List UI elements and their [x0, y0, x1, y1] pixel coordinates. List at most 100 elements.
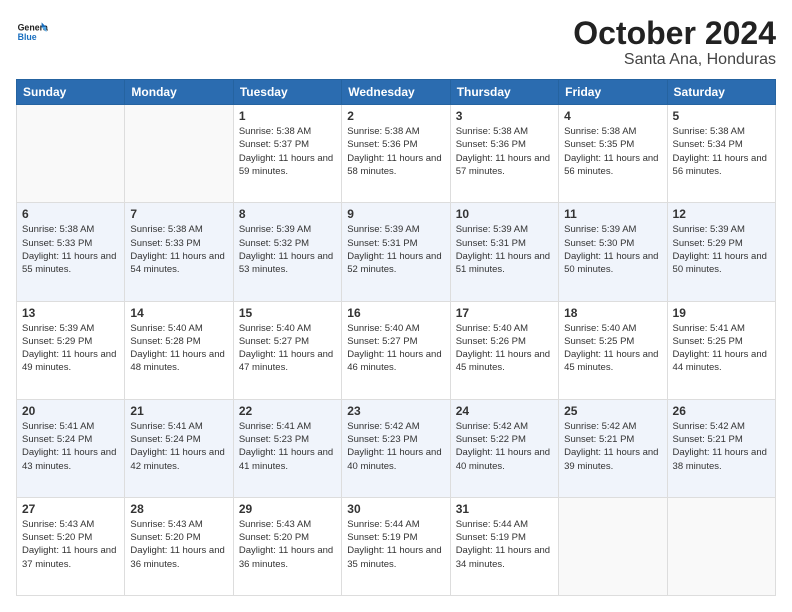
day-info: Sunrise: 5:42 AM Sunset: 5:22 PM Dayligh…: [456, 420, 553, 473]
day-number: 6: [22, 207, 119, 221]
day-info: Sunrise: 5:39 AM Sunset: 5:30 PM Dayligh…: [564, 223, 661, 276]
header-saturday: Saturday: [667, 80, 775, 105]
header: General Blue October 2024 Santa Ana, Hon…: [16, 16, 776, 69]
header-monday: Monday: [125, 80, 233, 105]
day-info: Sunrise: 5:40 AM Sunset: 5:26 PM Dayligh…: [456, 322, 553, 375]
week-row-3: 13 Sunrise: 5:39 AM Sunset: 5:29 PM Dayli…: [17, 301, 776, 399]
day-cell: [125, 105, 233, 203]
calendar-table: Sunday Monday Tuesday Wednesday Thursday…: [16, 79, 776, 596]
day-info: Sunrise: 5:43 AM Sunset: 5:20 PM Dayligh…: [130, 518, 227, 571]
day-number: 21: [130, 404, 227, 418]
day-cell: 8Sunrise: 5:39 AM Sunset: 5:32 PM Daylig…: [233, 203, 341, 301]
day-number: 9: [347, 207, 444, 221]
day-number: 1: [239, 109, 336, 123]
day-info: Sunrise: 5:38 AM Sunset: 5:33 PM Dayligh…: [22, 223, 119, 276]
calendar-title: October 2024: [573, 16, 776, 51]
day-cell: 2Sunrise: 5:38 AM Sunset: 5:36 PM Daylig…: [342, 105, 450, 203]
day-info: Sunrise: 5:39 AM Sunset: 5:31 PM Dayligh…: [456, 223, 553, 276]
day-number: 14: [130, 306, 227, 320]
day-info: Sunrise: 5:42 AM Sunset: 5:23 PM Dayligh…: [347, 420, 444, 473]
calendar-subtitle: Santa Ana, Honduras: [573, 51, 776, 69]
day-cell: 23 Sunrise: 5:42 AM Sunset: 5:23 PM Dayli…: [342, 399, 450, 497]
day-cell: 12 Sunrise: 5:39 AM Sunset: 5:29 PM Dayli…: [667, 203, 775, 301]
day-number: 11: [564, 207, 661, 221]
day-number: 31: [456, 502, 553, 516]
day-number: 18: [564, 306, 661, 320]
week-row-5: 27 Sunrise: 5:43 AM Sunset: 5:20 PM Dayli…: [17, 497, 776, 595]
day-info: Sunrise: 5:43 AM Sunset: 5:20 PM Dayligh…: [239, 518, 336, 571]
day-cell: 11 Sunrise: 5:39 AM Sunset: 5:30 PM Dayli…: [559, 203, 667, 301]
day-number: 5: [673, 109, 770, 123]
day-cell: 10 Sunrise: 5:39 AM Sunset: 5:31 PM Dayli…: [450, 203, 558, 301]
day-info: Sunrise: 5:38 AM Sunset: 5:36 PM Dayligh…: [456, 125, 553, 178]
header-wednesday: Wednesday: [342, 80, 450, 105]
day-cell: 7Sunrise: 5:38 AM Sunset: 5:33 PM Daylig…: [125, 203, 233, 301]
day-number: 23: [347, 404, 444, 418]
day-info: Sunrise: 5:38 AM Sunset: 5:34 PM Dayligh…: [673, 125, 770, 178]
day-info: Sunrise: 5:42 AM Sunset: 5:21 PM Dayligh…: [673, 420, 770, 473]
day-cell: 15Sunrise: 5:40 AM Sunset: 5:27 PM Dayli…: [233, 301, 341, 399]
day-number: 13: [22, 306, 119, 320]
day-cell: 4Sunrise: 5:38 AM Sunset: 5:35 PM Daylig…: [559, 105, 667, 203]
day-cell: [667, 497, 775, 595]
day-cell: 19 Sunrise: 5:41 AM Sunset: 5:25 PM Dayli…: [667, 301, 775, 399]
day-info: Sunrise: 5:40 AM Sunset: 5:27 PM Dayligh…: [239, 322, 336, 375]
day-number: 24: [456, 404, 553, 418]
day-info: Sunrise: 5:41 AM Sunset: 5:23 PM Dayligh…: [239, 420, 336, 473]
day-info: Sunrise: 5:39 AM Sunset: 5:32 PM Dayligh…: [239, 223, 336, 276]
day-number: 22: [239, 404, 336, 418]
day-cell: 30 Sunrise: 5:44 AM Sunset: 5:19 PM Dayli…: [342, 497, 450, 595]
week-row-2: 6 Sunrise: 5:38 AM Sunset: 5:33 PM Daylig…: [17, 203, 776, 301]
day-cell: 1 Sunrise: 5:38 AM Sunset: 5:37 PM Daylig…: [233, 105, 341, 203]
day-number: 17: [456, 306, 553, 320]
day-number: 29: [239, 502, 336, 516]
day-number: 27: [22, 502, 119, 516]
day-cell: [559, 497, 667, 595]
day-info: Sunrise: 5:38 AM Sunset: 5:36 PM Dayligh…: [347, 125, 444, 178]
day-number: 26: [673, 404, 770, 418]
day-info: Sunrise: 5:38 AM Sunset: 5:37 PM Dayligh…: [239, 125, 336, 178]
day-number: 19: [673, 306, 770, 320]
header-sunday: Sunday: [17, 80, 125, 105]
day-info: Sunrise: 5:42 AM Sunset: 5:21 PM Dayligh…: [564, 420, 661, 473]
week-row-4: 20 Sunrise: 5:41 AM Sunset: 5:24 PM Dayli…: [17, 399, 776, 497]
day-info: Sunrise: 5:40 AM Sunset: 5:28 PM Dayligh…: [130, 322, 227, 375]
day-cell: 20 Sunrise: 5:41 AM Sunset: 5:24 PM Dayli…: [17, 399, 125, 497]
day-cell: 9 Sunrise: 5:39 AM Sunset: 5:31 PM Daylig…: [342, 203, 450, 301]
day-info: Sunrise: 5:41 AM Sunset: 5:24 PM Dayligh…: [22, 420, 119, 473]
day-cell: 22 Sunrise: 5:41 AM Sunset: 5:23 PM Dayli…: [233, 399, 341, 497]
day-info: Sunrise: 5:44 AM Sunset: 5:19 PM Dayligh…: [347, 518, 444, 571]
page: General Blue October 2024 Santa Ana, Hon…: [0, 0, 792, 612]
day-number: 30: [347, 502, 444, 516]
day-info: Sunrise: 5:41 AM Sunset: 5:24 PM Dayligh…: [130, 420, 227, 473]
day-cell: 6 Sunrise: 5:38 AM Sunset: 5:33 PM Daylig…: [17, 203, 125, 301]
day-number: 16: [347, 306, 444, 320]
day-info: Sunrise: 5:38 AM Sunset: 5:33 PM Dayligh…: [130, 223, 227, 276]
header-thursday: Thursday: [450, 80, 558, 105]
day-cell: 17 Sunrise: 5:40 AM Sunset: 5:26 PM Dayli…: [450, 301, 558, 399]
day-cell: 3Sunrise: 5:38 AM Sunset: 5:36 PM Daylig…: [450, 105, 558, 203]
day-info: Sunrise: 5:39 AM Sunset: 5:29 PM Dayligh…: [673, 223, 770, 276]
day-cell: 25 Sunrise: 5:42 AM Sunset: 5:21 PM Dayli…: [559, 399, 667, 497]
day-number: 20: [22, 404, 119, 418]
day-info: Sunrise: 5:39 AM Sunset: 5:31 PM Dayligh…: [347, 223, 444, 276]
day-info: Sunrise: 5:44 AM Sunset: 5:19 PM Dayligh…: [456, 518, 553, 571]
header-tuesday: Tuesday: [233, 80, 341, 105]
day-number: 10: [456, 207, 553, 221]
day-info: Sunrise: 5:43 AM Sunset: 5:20 PM Dayligh…: [22, 518, 119, 571]
day-number: 28: [130, 502, 227, 516]
day-number: 25: [564, 404, 661, 418]
calendar-header-row: Sunday Monday Tuesday Wednesday Thursday…: [17, 80, 776, 105]
day-cell: 24 Sunrise: 5:42 AM Sunset: 5:22 PM Dayli…: [450, 399, 558, 497]
day-cell: 13 Sunrise: 5:39 AM Sunset: 5:29 PM Dayli…: [17, 301, 125, 399]
day-number: 12: [673, 207, 770, 221]
day-info: Sunrise: 5:40 AM Sunset: 5:25 PM Dayligh…: [564, 322, 661, 375]
day-cell: 28 Sunrise: 5:43 AM Sunset: 5:20 PM Dayli…: [125, 497, 233, 595]
day-cell: 5 Sunrise: 5:38 AM Sunset: 5:34 PM Daylig…: [667, 105, 775, 203]
logo: General Blue: [16, 16, 48, 48]
day-cell: 27 Sunrise: 5:43 AM Sunset: 5:20 PM Dayli…: [17, 497, 125, 595]
day-info: Sunrise: 5:39 AM Sunset: 5:29 PM Dayligh…: [22, 322, 119, 375]
day-info: Sunrise: 5:41 AM Sunset: 5:25 PM Dayligh…: [673, 322, 770, 375]
title-block: October 2024 Santa Ana, Honduras: [573, 16, 776, 69]
day-info: Sunrise: 5:40 AM Sunset: 5:27 PM Dayligh…: [347, 322, 444, 375]
